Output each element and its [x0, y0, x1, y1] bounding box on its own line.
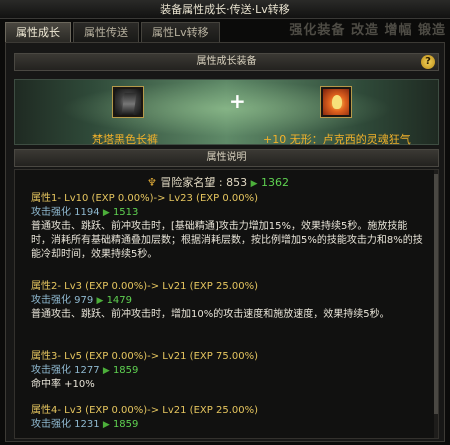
attribute-item: 属性1- Lv10 (EXP 0.00%)-> Lv23 (EXP 0.00%)… [31, 192, 423, 262]
attribute-stat-target: 1859 [112, 419, 139, 430]
attribute-stat-label: 攻击强化 1194 [31, 207, 100, 218]
attribute-stat-target: 1859 [112, 365, 139, 376]
source-equip-slot[interactable] [112, 86, 144, 118]
desc-section-title: 属性说明 [206, 152, 247, 163]
window-title: 装备属性成长·传送·Lv转移 [0, 0, 450, 19]
attribute-stat: 攻击强化 1231 ▶ 1859 [31, 418, 423, 432]
target-equip-slot[interactable] [320, 86, 352, 118]
main-panel: 属性成长装备 ? + 梵塔黑色长裤 +10 无形：卢克西的灵魂狂气 属性说明 ♆… [5, 42, 445, 442]
attribute-stat: 攻击强化 1277 ▶ 1859 [31, 364, 423, 378]
attribute-stat-target: 1479 [106, 295, 133, 306]
arrow-right-icon: ▶ [102, 366, 110, 376]
arrow-right-icon: ▶ [250, 179, 258, 189]
equip-section-header: 属性成长装备 ? [14, 53, 439, 71]
attribute-description: 普通攻击、跳跃、前冲攻击时，[基础精通]攻击力增加15%，效果持续5秒。施放技能… [31, 221, 423, 260]
source-item-name: 梵塔黑色长裤 [92, 133, 158, 146]
attribute-stat-label: 攻击强化 1231 [31, 419, 100, 430]
attribute-description: 命中率 +10% [31, 379, 95, 390]
equip-section-title: 属性成长装备 [196, 56, 257, 67]
attribute-stat-label: 攻击强化 1277 [31, 365, 100, 376]
tab-attribute-lv-transfer[interactable]: 属性Lv转移 [141, 22, 220, 42]
help-icon[interactable]: ? [421, 55, 435, 69]
attribute-description: 普通攻击、跳跃、前冲攻击时，增加10%的攻击速度和施放速度，效果持续5秒。 [31, 309, 390, 320]
arrow-right-icon: ▶ [96, 296, 104, 306]
attribute-stat-label: 攻击强化 979 [31, 295, 94, 306]
attribute-item: 属性4- Lv3 (EXP 0.00%)-> Lv21 (EXP 25.00%)… [31, 404, 423, 432]
attribute-title: 属性1- Lv10 (EXP 0.00%)-> Lv23 (EXP 0.00%) [31, 193, 258, 204]
scrollbar-thumb[interactable] [434, 174, 438, 414]
fame-label: 冒险家名望 : 853 [160, 176, 248, 189]
attribute-stat: 攻击强化 1194 ▶ 1513 [31, 206, 423, 220]
attribute-stat: 攻击强化 979 ▶ 1479 [31, 294, 423, 308]
pants-icon [115, 89, 141, 115]
arrow-right-icon: ▶ [102, 420, 110, 430]
attribute-item: 属性2- Lv3 (EXP 0.00%)-> Lv21 (EXP 25.00%)… [31, 280, 423, 322]
tab-attribute-transfer[interactable]: 属性传送 [73, 22, 139, 42]
tab-bar: 属性成长 属性传送 属性Lv转移 [5, 22, 222, 42]
tab-attribute-growth[interactable]: 属性成长 [5, 22, 71, 42]
soul-orb-icon [323, 89, 349, 115]
background-menu-text: 强化装备 改造 增幅 锻造 [289, 23, 446, 38]
plus-icon: + [229, 89, 246, 113]
desc-section-header: 属性说明 [14, 149, 439, 167]
fame-line: ♆ 冒险家名望 : 853 ▶ 1362 [147, 174, 289, 190]
attribute-description-panel[interactable]: ♆ 冒险家名望 : 853 ▶ 1362 属性1- Lv10 (EXP 0.00… [14, 169, 439, 439]
fame-icon: ♆ [147, 176, 157, 189]
target-item-name: +10 无形：卢克西的灵魂狂气 [263, 133, 411, 146]
attribute-stat-target: 1513 [112, 207, 139, 218]
attribute-title: 属性4- Lv3 (EXP 0.00%)-> Lv21 (EXP 25.00%) [31, 405, 258, 416]
fame-target: 1362 [261, 176, 289, 189]
attribute-item: 属性3- Lv5 (EXP 0.00%)-> Lv21 (EXP 75.00%)… [31, 350, 423, 392]
arrow-right-icon: ▶ [102, 208, 110, 218]
attribute-title: 属性2- Lv3 (EXP 0.00%)-> Lv21 (EXP 25.00%) [31, 281, 258, 292]
attribute-title: 属性3- Lv5 (EXP 0.00%)-> Lv21 (EXP 75.00%) [31, 351, 258, 362]
